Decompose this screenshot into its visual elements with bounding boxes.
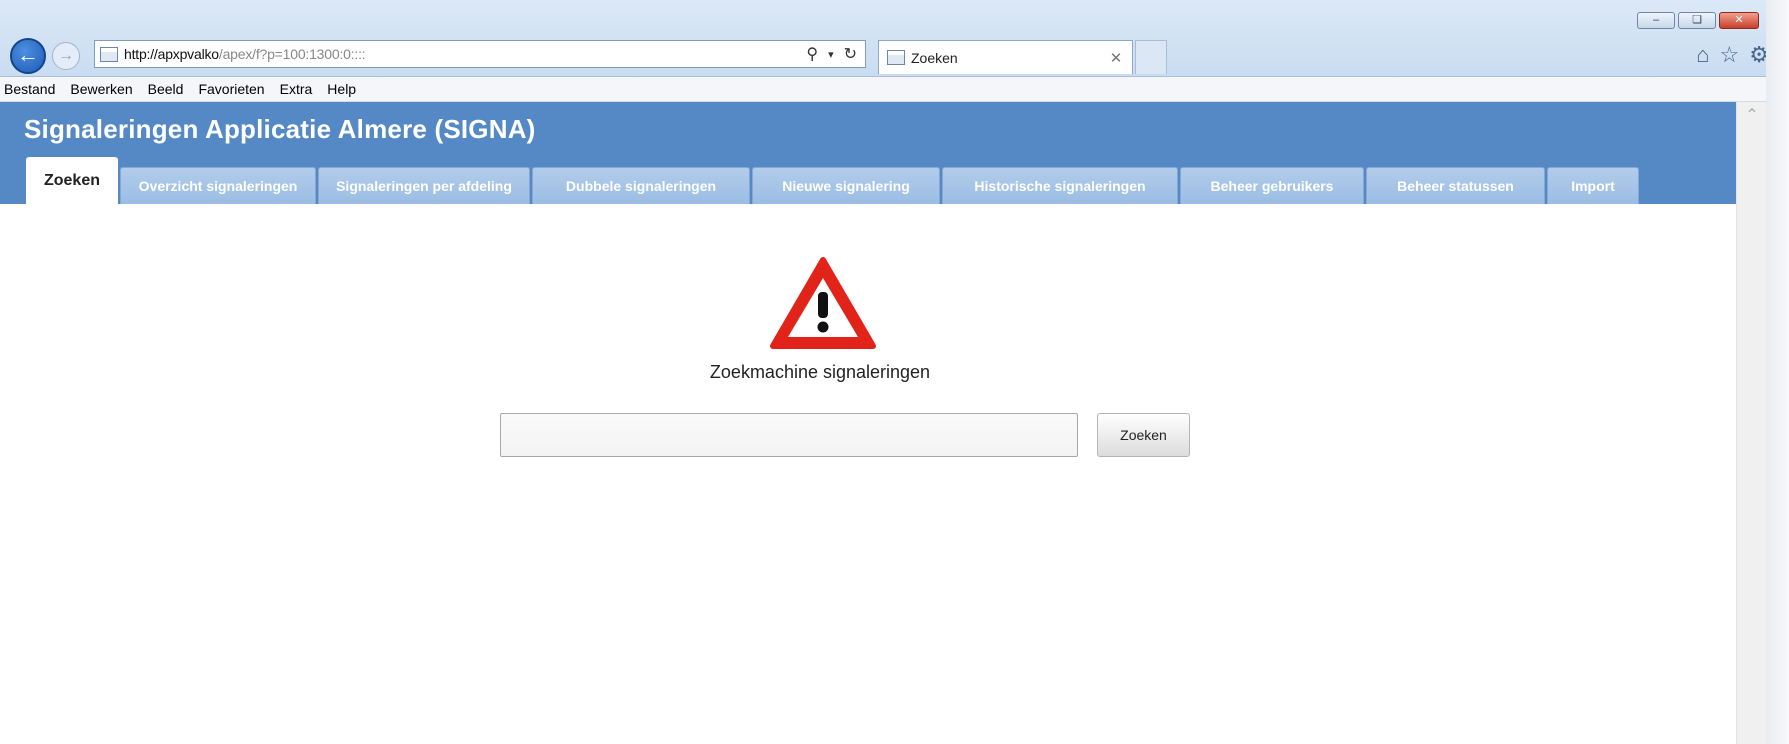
warning-icon [770, 257, 876, 349]
refresh-icon[interactable]: ↻ [844, 44, 857, 64]
tab-dubbele-signaleringen[interactable]: Dubbele signaleringen [532, 167, 750, 204]
search-heading: Zoekmachine signaleringen [709, 362, 931, 382]
window-controls: – ❏ ✕ [1637, 12, 1759, 29]
window-right-edge [1766, 0, 1789, 744]
scroll-up-icon[interactable]: ⌃ [1737, 102, 1767, 130]
browser-tab[interactable]: Zoeken ✕ [878, 40, 1133, 74]
tab-beheer-gebruikers[interactable]: Beheer gebruikers [1180, 167, 1364, 204]
dropdown-icon[interactable]: ▾ [828, 48, 834, 61]
tab-nieuwe-signalering[interactable]: Nieuwe signalering [752, 167, 940, 204]
browser-titlebar: – ❏ ✕ ← → http://apxpvalko/apex/f?p=100:… [0, 0, 1789, 77]
menu-beeld[interactable]: Beeld [148, 81, 184, 97]
page-icon [100, 46, 118, 62]
app-tab-bar: Zoeken Overzicht signaleringen Signaleri… [26, 157, 1641, 204]
tab-import[interactable]: Import [1547, 167, 1639, 204]
url-host: http://apxpvalko [124, 46, 219, 62]
tab-page-icon [887, 50, 905, 65]
tab-signaleringen-per-afdeling[interactable]: Signaleringen per afdeling [318, 167, 530, 204]
forward-arrow-icon[interactable]: → [52, 42, 80, 70]
search-region: Zoekmachine signaleringen Zoeken [0, 204, 1736, 744]
menu-bewerken[interactable]: Bewerken [70, 81, 132, 97]
menu-bar: Bestand Bewerken Beeld Favorieten Extra … [0, 77, 1789, 102]
close-tab-icon[interactable]: ✕ [1106, 49, 1126, 67]
menu-help[interactable]: Help [327, 81, 356, 97]
tab-beheer-statussen[interactable]: Beheer statussen [1366, 167, 1545, 204]
back-arrow-icon[interactable]: ← [10, 38, 46, 74]
address-bar[interactable]: http://apxpvalko/apex/f?p=100:1300:0::::… [94, 40, 866, 68]
vertical-scrollbar[interactable]: ⌃ [1736, 102, 1766, 744]
search-button[interactable]: Zoeken [1097, 413, 1190, 457]
search-icon[interactable]: ⚲ [806, 44, 818, 64]
address-tools: ⚲ ▾ ↻ [806, 44, 865, 64]
app-header: Signaleringen Applicatie Almere (SIGNA) … [0, 102, 1736, 204]
maximize-button[interactable]: ❏ [1678, 12, 1716, 29]
url-text[interactable]: http://apxpvalko/apex/f?p=100:1300:0:::: [124, 46, 806, 62]
browser-window: – ❏ ✕ ← → http://apxpvalko/apex/f?p=100:… [0, 0, 1789, 744]
browser-tab-title: Zoeken [911, 49, 958, 66]
menu-extra[interactable]: Extra [280, 81, 313, 97]
tab-historische-signaleringen[interactable]: Historische signaleringen [942, 167, 1178, 204]
app-title: Signaleringen Applicatie Almere (SIGNA) [24, 114, 536, 144]
search-input[interactable] [500, 413, 1078, 457]
new-tab-button[interactable] [1135, 40, 1167, 74]
close-window-button[interactable]: ✕ [1719, 12, 1759, 29]
star-icon[interactable]: ☆ [1720, 42, 1740, 68]
tab-overzicht-signaleringen[interactable]: Overzicht signaleringen [120, 167, 316, 204]
minimize-button[interactable]: – [1637, 12, 1675, 29]
browser-toolbar-icons: ⌂ ☆ ⚙ [1696, 42, 1769, 68]
menu-favorieten[interactable]: Favorieten [198, 81, 264, 97]
menu-bestand[interactable]: Bestand [4, 81, 55, 97]
url-path: /apex/f?p=100:1300:0:::: [218, 46, 366, 62]
tab-zoeken[interactable]: Zoeken [26, 157, 118, 204]
home-icon[interactable]: ⌂ [1696, 42, 1709, 68]
